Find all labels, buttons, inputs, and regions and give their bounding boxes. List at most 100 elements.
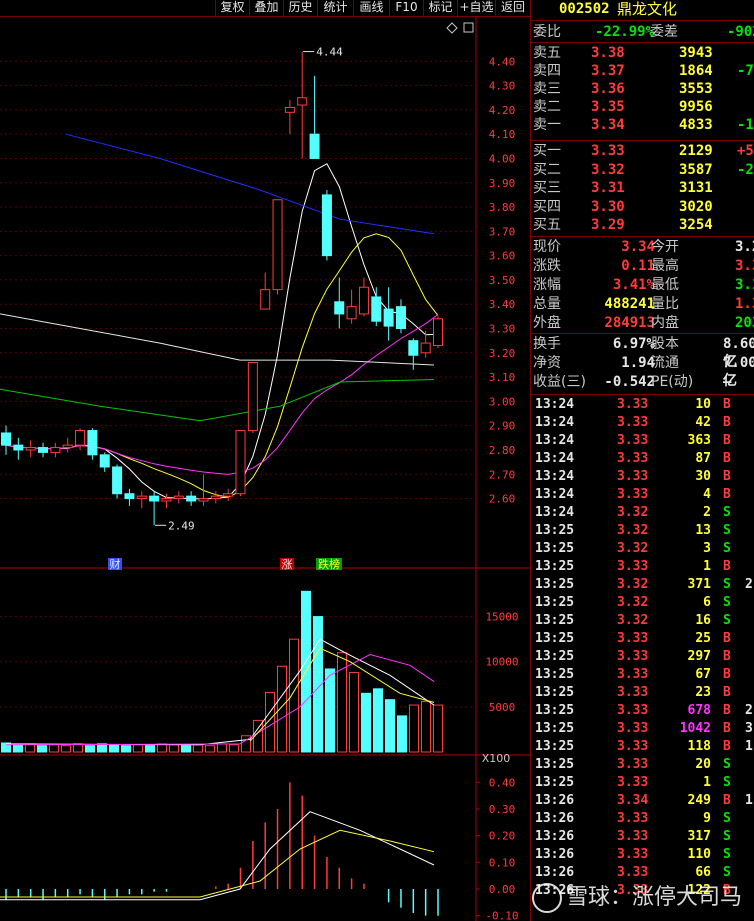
- quote-label: 今开: [651, 239, 679, 255]
- candle-body: [383, 308, 394, 327]
- price-tick-label: 3.20: [489, 347, 516, 360]
- trade-price: 3.32: [617, 577, 649, 592]
- volume-bar: [97, 743, 107, 753]
- candle-body: [13, 444, 24, 451]
- divider: [531, 394, 754, 395]
- ask-row[interactable]: 卖一 3.34 4833 -18: [531, 116, 754, 134]
- toolbar-add-watchlist-button[interactable]: +自选: [457, 0, 495, 16]
- kline-chart-area[interactable]: 4.40 4.30 4.20 4.10 4.00 3.90 3.80 3.70 3.60 3.50…: [0, 17, 530, 921]
- ask-price: 3.37: [591, 63, 625, 79]
- candle-body: [371, 296, 382, 322]
- candle-body: [25, 447, 36, 451]
- volume-bar: [409, 704, 419, 753]
- trade-volume: 87: [695, 451, 711, 466]
- trade-price: 3.33: [617, 631, 649, 646]
- candle-body: [284, 106, 295, 113]
- toolbar-draw-button[interactable]: 画线: [353, 0, 389, 16]
- bid-row[interactable]: 买一 3.33 2129 +5: [531, 142, 754, 160]
- fundamental-label: 净资: [533, 355, 561, 371]
- trade-price: 3.32: [617, 541, 649, 556]
- candle-body: [38, 447, 49, 453]
- candle-body: [62, 444, 73, 449]
- trade-row: 13:25 3.32 3 S: [531, 540, 754, 558]
- trade-count: 2: [745, 703, 753, 718]
- toolbar-mark-button[interactable]: 标记: [423, 0, 457, 16]
- trade-volume: 16: [695, 613, 711, 628]
- bid-row[interactable]: 买三 3.31 3131: [531, 179, 754, 197]
- fundamental-label: 流通: [651, 355, 679, 371]
- ask-level-label: 卖三: [533, 81, 561, 97]
- quote-panel: 002502 鼎龙文化 委比 -22.99% 委差 -902 卖五3.38394…: [530, 0, 754, 921]
- trade-volume: 363: [687, 433, 711, 448]
- trade-volume: 10: [695, 397, 711, 412]
- volume-bar: [385, 699, 395, 753]
- ask-volume: 3943: [679, 45, 713, 61]
- price-tick-label: 3.60: [489, 250, 516, 263]
- trade-volume: 118: [687, 739, 711, 754]
- toolbar-overlay-button[interactable]: 叠加: [249, 0, 283, 16]
- toolbar-fuquan-button[interactable]: 复权: [215, 0, 249, 16]
- trade-row: 13:25 3.32 16 S: [531, 612, 754, 630]
- toolbar-back-button[interactable]: 返回: [495, 0, 530, 16]
- trade-side: S: [723, 577, 731, 592]
- quote-row: 现价 3.34今开 3.2: [531, 238, 754, 256]
- ask-change: -18: [737, 117, 754, 133]
- trade-price: 3.33: [617, 775, 649, 790]
- price-tick-label: 4.20: [489, 104, 516, 117]
- bid-row[interactable]: 买二 3.32 3587 -2: [531, 161, 754, 179]
- trade-price: 3.33: [617, 847, 649, 862]
- bid-level-label: 买一: [533, 143, 561, 159]
- volume-bar: [61, 745, 71, 753]
- bid-volume: 3020: [679, 198, 713, 215]
- price-tick-label: 3.70: [489, 225, 516, 238]
- candle-body: [161, 498, 172, 502]
- trade-volume: 20: [695, 757, 711, 772]
- trade-time: 13:25: [535, 667, 575, 682]
- trade-side: B: [723, 649, 731, 664]
- candle-body: [149, 495, 160, 502]
- candle-body: [198, 498, 209, 502]
- trade-time: 13:25: [535, 595, 575, 610]
- trade-row: 13:26 3.33 110 S: [531, 846, 754, 864]
- trade-side: S: [723, 595, 731, 610]
- volume-bar: [49, 744, 59, 753]
- candle-body: [321, 194, 332, 257]
- trade-price: 3.33: [617, 811, 649, 826]
- candle-body: [358, 286, 369, 315]
- trade-side: B: [723, 559, 731, 574]
- ask-row[interactable]: 卖三 3.36 3553: [531, 80, 754, 98]
- ask-volume: 3553: [679, 81, 713, 97]
- trade-price: 3.33: [617, 559, 649, 574]
- toolbar-history-button[interactable]: 历史: [283, 0, 317, 16]
- ask-row[interactable]: 卖二 3.35 9956: [531, 98, 754, 116]
- fundamental-value: —: [723, 374, 732, 390]
- macd-tick-label: 0.10: [489, 856, 516, 869]
- trade-price: 3.33: [617, 703, 649, 718]
- bid-price: 3.33: [591, 143, 625, 159]
- ask-row[interactable]: 卖五 3.38 3943: [531, 44, 754, 62]
- price-tick-label: 4.40: [489, 55, 516, 68]
- candle-body: [420, 342, 431, 354]
- candle-body: [136, 495, 147, 500]
- ask-volume: 9956: [679, 99, 713, 115]
- bid-row[interactable]: 买五 3.29 3254: [531, 216, 754, 234]
- candle-body: [124, 493, 135, 500]
- volume-bar: [13, 744, 23, 753]
- trade-price: 3.32: [617, 505, 649, 520]
- toolbar-stats-button[interactable]: 统计: [317, 0, 353, 16]
- quote-value: 20332: [735, 315, 754, 331]
- fundamental-value: 1.94: [621, 355, 655, 371]
- fundamental-label: 收益(三): [533, 374, 586, 390]
- bid-row[interactable]: 买四 3.30 3020: [531, 198, 754, 216]
- trade-row: 13:25 3.32 371 S 2: [531, 576, 754, 594]
- trade-side: B: [723, 721, 731, 736]
- candle-body: [235, 430, 246, 495]
- trade-side: B: [723, 415, 731, 430]
- ask-row[interactable]: 卖四 3.37 1864 -7: [531, 62, 754, 80]
- toolbar-f10-button[interactable]: F10: [389, 0, 423, 16]
- trade-volume: 30: [695, 469, 711, 484]
- trade-price: 3.32: [617, 595, 649, 610]
- trade-volume: 13: [695, 523, 711, 538]
- bid-volume: 3254: [679, 217, 713, 233]
- quote-value: 284913: [604, 315, 655, 331]
